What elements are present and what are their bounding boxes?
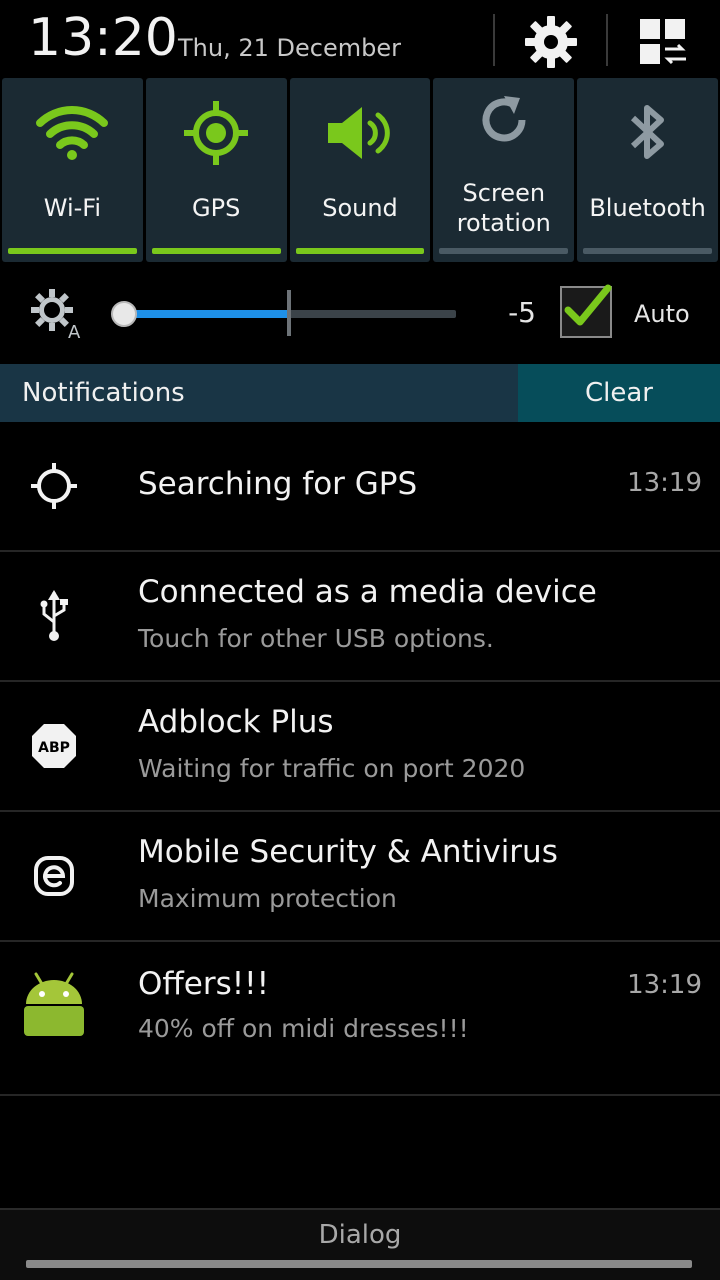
auto-brightness-icon: A xyxy=(31,289,81,340)
clock: 13:20 xyxy=(28,8,178,68)
notification-item[interactable]: Searching for GPS 13:19 xyxy=(0,422,720,552)
toggle-indicator xyxy=(583,248,712,254)
status-header: 13:20 Thu, 21 December xyxy=(0,0,720,78)
notification-subtitle: Waiting for traffic on port 2020 xyxy=(138,754,526,783)
android-icon xyxy=(24,972,84,1036)
brightness-midpoint-mark xyxy=(287,290,291,336)
gear-icon xyxy=(525,16,577,68)
auto-brightness-label: Auto xyxy=(634,300,690,328)
eset-icon xyxy=(34,856,74,896)
abp-icon: ABP xyxy=(32,724,76,768)
settings-button[interactable] xyxy=(514,12,588,72)
notification-title: Offers!!! xyxy=(138,966,270,1002)
notification-item[interactable]: Offers!!! 40% off on midi dresses!!! 13:… xyxy=(0,942,720,1096)
toggle-indicator xyxy=(151,248,281,254)
notification-title: Connected as a media device xyxy=(138,574,597,610)
notification-subtitle: 40% off on midi dresses!!! xyxy=(138,1014,469,1043)
dialog-label: Dialog xyxy=(318,1220,402,1250)
notification-title: Mobile Security & Antivirus xyxy=(138,834,558,870)
toggle-bluetooth[interactable]: Bluetooth xyxy=(577,78,718,262)
notification-title: Searching for GPS xyxy=(138,466,418,502)
toggle-sound[interactable]: Sound xyxy=(289,78,431,262)
toggle-label: Sound xyxy=(322,194,398,222)
notification-subtitle: Maximum protection xyxy=(138,884,397,913)
header-divider xyxy=(493,14,495,66)
checkmark-icon xyxy=(564,284,612,326)
notification-subtitle: Touch for other USB options. xyxy=(138,624,494,653)
brightness-row: A -5 Auto xyxy=(0,262,720,364)
brightness-value: -5 xyxy=(508,296,536,329)
toggle-indicator xyxy=(8,248,137,254)
wifi-icon xyxy=(36,106,109,160)
notification-time: 13:19 xyxy=(627,468,702,498)
toggle-wifi[interactable]: Wi-Fi xyxy=(2,78,143,262)
notification-time: 13:19 xyxy=(627,970,702,1000)
notification-title: Adblock Plus xyxy=(138,704,334,740)
drag-handle[interactable] xyxy=(26,1260,692,1268)
quick-settings-toggles: Wi-Fi GPS Sound Screen rotation Bluetoot… xyxy=(0,78,720,262)
bluetooth-icon xyxy=(630,105,664,159)
rotation-icon xyxy=(482,96,526,142)
bottom-bar: Dialog xyxy=(0,1208,720,1280)
header-divider xyxy=(606,14,608,66)
toggle-label: Bluetooth xyxy=(589,194,706,222)
notifications-title: Notifications xyxy=(22,378,185,408)
toggle-gps[interactable]: GPS xyxy=(145,78,287,262)
gps-crosshair-icon xyxy=(31,463,77,509)
notification-item[interactable]: Mobile Security & Antivirus Maximum prot… xyxy=(0,812,720,942)
notifications-header: Notifications Clear xyxy=(0,364,720,422)
notification-item[interactable]: ABP Adblock Plus Waiting for traffic on … xyxy=(0,682,720,812)
svg-text:ABP: ABP xyxy=(38,740,70,756)
toggle-label: Wi-Fi xyxy=(43,194,102,222)
svg-text:A: A xyxy=(68,322,81,340)
toggle-label: GPS xyxy=(192,194,241,222)
gps-icon xyxy=(184,101,249,165)
clear-button[interactable]: Clear xyxy=(518,364,720,422)
notification-item[interactable]: Connected as a media device Touch for ot… xyxy=(0,552,720,682)
brightness-slider-thumb[interactable] xyxy=(111,301,137,327)
sound-icon xyxy=(327,107,390,159)
usb-icon xyxy=(40,590,68,641)
date: Thu, 21 December xyxy=(178,34,401,62)
auto-brightness-checkbox[interactable] xyxy=(560,284,612,338)
edit-toggles-button[interactable] xyxy=(626,12,700,72)
toggle-indicator xyxy=(439,248,569,254)
toggle-screen-rotation[interactable]: Screen rotation xyxy=(433,78,575,262)
grid-swap-icon xyxy=(640,19,686,65)
toggle-indicator xyxy=(295,248,425,254)
toggle-label: Screen rotation xyxy=(456,179,551,237)
brightness-fill xyxy=(124,310,290,318)
